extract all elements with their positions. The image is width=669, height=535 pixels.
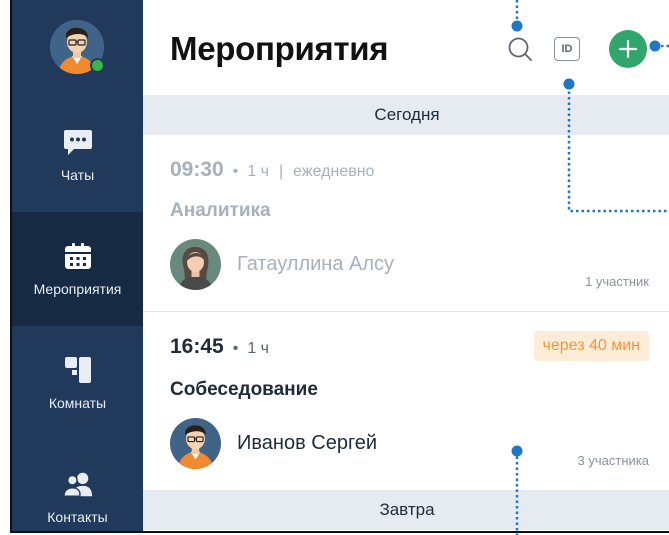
event-repeat: ежедневно	[293, 163, 375, 180]
sidebar-item-label: Контакты	[47, 509, 108, 525]
sidebar-item-label: Комнаты	[48, 395, 107, 411]
sidebar-item-label: Мероприятия	[33, 281, 122, 297]
event-duration: 1 ч	[247, 340, 270, 357]
sidebar: Чаты Мероприятия Комнаты Контакты	[12, 0, 143, 531]
meta-divider: |	[279, 163, 284, 180]
sidebar-item-rooms[interactable]: Комнаты	[12, 326, 143, 440]
sidebar-item-contacts[interactable]: Контакты	[12, 440, 143, 531]
organizer-name: Гатауллина Алсу	[237, 253, 395, 275]
event-title: Аналитика	[170, 200, 271, 221]
calendar-icon	[63, 241, 93, 271]
app-window: Чаты Мероприятия Комнаты Контакты Меропр…	[10, 0, 669, 533]
add-event-button[interactable]	[609, 30, 647, 68]
rooms-icon	[63, 355, 93, 385]
search-icon	[508, 37, 532, 61]
id-label: ID	[561, 43, 573, 55]
sidebar-item-events[interactable]: Мероприятия	[12, 212, 143, 326]
starts-soon-badge: через 40 мин	[533, 331, 649, 361]
online-status-dot	[90, 58, 105, 73]
organizer-avatar	[170, 239, 221, 290]
chat-icon	[63, 127, 93, 157]
id-button[interactable]: ID	[554, 37, 580, 61]
participants-count: 3 участника	[577, 453, 649, 468]
organizer-name: Иванов Сергей	[237, 432, 378, 454]
page-title: Мероприятия	[170, 30, 389, 67]
event-time: 16:45	[170, 335, 224, 358]
participants-count: 1 участник	[585, 274, 649, 289]
event-organizer: Гатауллина Алсу	[170, 239, 394, 290]
event-card[interactable]: 09:30 • 1 ч | ежедневно Аналитика Гатаул…	[143, 135, 669, 312]
woman-avatar-icon	[170, 239, 221, 290]
contacts-icon	[62, 469, 93, 499]
event-time: 09:30	[170, 158, 224, 181]
meta-separator: •	[232, 163, 239, 180]
user-avatar[interactable]	[50, 20, 105, 74]
event-organizer: Иванов Сергей	[170, 418, 377, 469]
section-header-today: Сегодня	[143, 95, 669, 135]
man-avatar-icon	[170, 418, 221, 469]
main-panel: Мероприятия ID Сегодня 09:30 • 1 ч | еже…	[143, 0, 669, 531]
event-duration: 1 ч	[247, 163, 270, 180]
header: Мероприятия ID	[143, 0, 669, 95]
event-meta: 09:30 • 1 ч | ежедневно	[170, 158, 374, 182]
meta-separator: •	[232, 340, 239, 357]
search-button[interactable]	[507, 36, 533, 62]
plus-icon	[618, 39, 638, 59]
sidebar-item-chats[interactable]: Чаты	[12, 98, 143, 212]
organizer-avatar	[170, 418, 221, 469]
event-title: Собеседование	[170, 379, 318, 400]
sidebar-item-label: Чаты	[60, 167, 95, 183]
section-header-tomorrow: Завтра	[143, 490, 669, 530]
event-card[interactable]: 16:45 • 1 ч через 40 мин Собеседование И…	[143, 312, 669, 490]
event-meta: 16:45 • 1 ч	[170, 335, 269, 359]
